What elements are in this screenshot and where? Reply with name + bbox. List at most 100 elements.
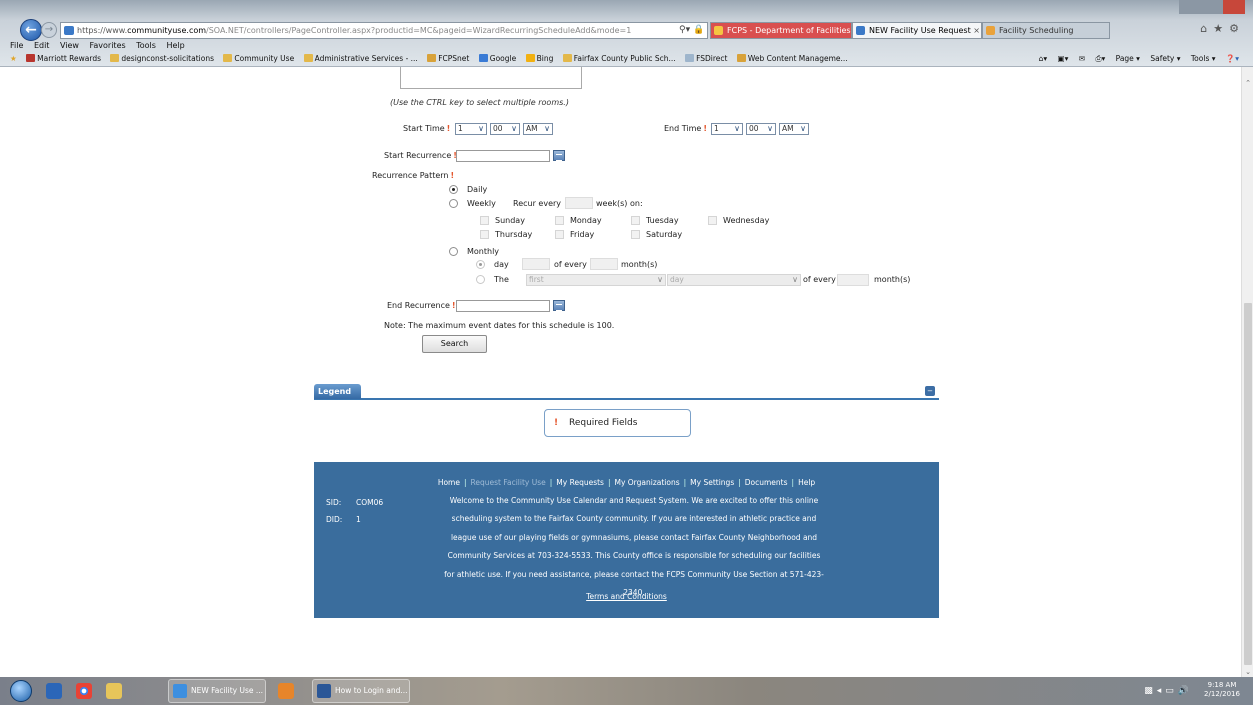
command-safety[interactable]: Safety ▾ xyxy=(1150,54,1180,63)
recurrence-pattern-label: Recurrence Pattern! xyxy=(372,171,454,180)
tab-new-facility-use[interactable]: NEW Facility Use Request × xyxy=(852,22,982,39)
weeks-on-label: week(s) on: xyxy=(596,199,643,208)
of-every-label-2: of every xyxy=(803,275,836,284)
forward-button[interactable]: → xyxy=(41,22,57,38)
saturday-checkbox[interactable] xyxy=(631,230,640,239)
daily-radio[interactable] xyxy=(449,185,458,194)
home-icon[interactable]: ⌂ xyxy=(1200,22,1213,35)
fav-marriott-rewards[interactable]: Marriott Rewards xyxy=(26,54,101,63)
fav-fcpsnet[interactable]: FCPSnet xyxy=(427,54,469,63)
ordinal-select[interactable]: first ∨ xyxy=(526,274,666,286)
show-hidden-icons-icon[interactable]: ◂ xyxy=(1157,686,1166,696)
footer-link-documents[interactable]: Documents xyxy=(745,478,788,487)
footer-link-my-organizations[interactable]: My Organizations xyxy=(614,478,679,487)
scroll-up-icon[interactable]: ⌃ xyxy=(1242,77,1253,89)
taskbar-word-window[interactable]: How to Login and... xyxy=(312,679,410,703)
taskbar-ie-window[interactable]: NEW Facility Use ... xyxy=(168,679,266,703)
end-minute-select[interactable]: 00 ∨ xyxy=(746,123,776,135)
footer-nav: Home | Request Facility Use | My Requests | My… xyxy=(314,478,939,487)
home-page-icon[interactable]: ⌂▾ xyxy=(1039,54,1048,63)
media-player-icon[interactable] xyxy=(46,683,62,699)
footer-link-home[interactable]: Home xyxy=(438,478,460,487)
recur-every-weeks-input[interactable] xyxy=(565,197,593,209)
tab-facility-scheduling[interactable]: Facility Scheduling xyxy=(982,22,1110,39)
tab-close-icon[interactable]: × xyxy=(973,26,980,35)
legend-tab[interactable]: Legend xyxy=(314,384,361,399)
menu-favorites[interactable]: Favorites xyxy=(90,41,126,50)
end-recurrence-input[interactable] xyxy=(456,300,550,312)
monthly-radio[interactable] xyxy=(449,247,458,256)
menu-help[interactable]: Help xyxy=(166,41,184,50)
address-bar[interactable]: https://www.communityuse.com/SOA.NET/con… xyxy=(60,22,708,39)
wednesday-checkbox[interactable] xyxy=(708,216,717,225)
menu-edit[interactable]: Edit xyxy=(34,41,50,50)
fav-fairfax-county-schools[interactable]: Fairfax County Public Sch... xyxy=(562,54,676,63)
footer-link-help[interactable]: Help xyxy=(798,478,815,487)
tab-fcps-facilities[interactable]: FCPS - Department of Facilities... xyxy=(710,22,852,39)
fav-web-content-management[interactable]: Web Content Manageme... xyxy=(736,54,848,63)
start-ampm-select[interactable]: AM ∨ xyxy=(523,123,553,135)
weekday-select[interactable]: day ∨ xyxy=(667,274,801,286)
fav-administrative-services[interactable]: Administrative Services - ... xyxy=(303,54,418,63)
sunday-checkbox[interactable] xyxy=(480,216,489,225)
favorites-star-icon[interactable]: ★ xyxy=(10,54,17,63)
footer-link-my-settings[interactable]: My Settings xyxy=(690,478,734,487)
help-icon[interactable]: ❓▾ xyxy=(1226,54,1239,63)
footer-link-request-facility-use[interactable]: Request Facility Use xyxy=(471,478,546,487)
system-clock[interactable]: 9:18 AM 2/12/2016 xyxy=(1199,681,1245,699)
command-page[interactable]: Page ▾ xyxy=(1116,54,1140,63)
fav-designconst[interactable]: designconst-solicitations xyxy=(110,54,214,63)
terms-and-conditions-link[interactable]: Terms and Conditions xyxy=(314,592,939,601)
rooms-multiselect[interactable] xyxy=(400,67,582,89)
volume-icon[interactable]: 🔊 xyxy=(1178,686,1193,696)
fav-bing[interactable]: Bing xyxy=(525,54,553,63)
monthly-the-months-input[interactable] xyxy=(837,274,869,286)
tuesday-checkbox[interactable] xyxy=(631,216,640,225)
calendar-icon[interactable] xyxy=(553,150,565,161)
scroll-thumb[interactable] xyxy=(1244,303,1252,665)
battery-icon[interactable]: ▭ xyxy=(1165,686,1178,696)
monthly-day-input[interactable] xyxy=(522,258,550,270)
calendar-icon[interactable] xyxy=(553,300,565,311)
monday-checkbox[interactable] xyxy=(555,216,564,225)
search-button[interactable]: Search xyxy=(422,335,487,353)
close-window-button[interactable] xyxy=(1223,0,1245,14)
network-icon[interactable]: ▩ xyxy=(1144,686,1157,696)
start-button[interactable] xyxy=(10,680,32,702)
friday-checkbox[interactable] xyxy=(555,230,564,239)
maximize-button[interactable] xyxy=(1201,0,1223,14)
fav-google[interactable]: Google xyxy=(478,54,516,63)
outlook-icon[interactable] xyxy=(278,683,294,699)
feeds-icon[interactable]: ▣▾ xyxy=(1058,54,1069,63)
fav-community-use[interactable]: Community Use xyxy=(223,54,294,63)
vertical-scrollbar[interactable]: ⌃ ⌄ xyxy=(1241,67,1253,678)
did-label: DID: xyxy=(326,515,343,524)
end-hour-select[interactable]: 1 ∨ xyxy=(711,123,743,135)
thursday-checkbox[interactable] xyxy=(480,230,489,239)
end-ampm-select[interactable]: AM ∨ xyxy=(779,123,809,135)
fav-fsdirect[interactable]: FSDirect xyxy=(685,54,727,63)
collapse-icon[interactable]: − xyxy=(925,386,935,396)
minimize-button[interactable] xyxy=(1179,0,1201,14)
start-recurrence-input[interactable] xyxy=(456,150,550,162)
weekly-radio[interactable] xyxy=(449,199,458,208)
menu-view[interactable]: View xyxy=(60,41,79,50)
file-explorer-icon[interactable] xyxy=(106,683,122,699)
chevron-down-icon: ∨ xyxy=(734,124,740,133)
start-minute-select[interactable]: 00 ∨ xyxy=(490,123,520,135)
monthly-every-months-input[interactable] xyxy=(590,258,618,270)
menu-file[interactable]: File xyxy=(10,41,23,50)
monthly-day-radio[interactable] xyxy=(476,260,485,269)
menu-tools[interactable]: Tools xyxy=(136,41,156,50)
print-icon[interactable]: ⎙▾ xyxy=(1095,54,1105,63)
start-hour-select[interactable]: 1 ∨ xyxy=(455,123,487,135)
settings-gear-icon[interactable]: ⚙ xyxy=(1229,22,1245,35)
command-tools[interactable]: Tools ▾ xyxy=(1191,54,1216,63)
mail-icon[interactable]: ✉ xyxy=(1079,54,1085,63)
footer-link-my-requests[interactable]: My Requests xyxy=(556,478,604,487)
back-button[interactable]: ← xyxy=(20,19,42,41)
monthly-the-radio[interactable] xyxy=(476,275,485,284)
chrome-icon[interactable] xyxy=(76,683,92,699)
address-tools-icons[interactable]: ⚲▾ 🔒 ↻ xyxy=(679,23,707,38)
favorites-star-icon[interactable]: ★ xyxy=(1213,22,1229,35)
